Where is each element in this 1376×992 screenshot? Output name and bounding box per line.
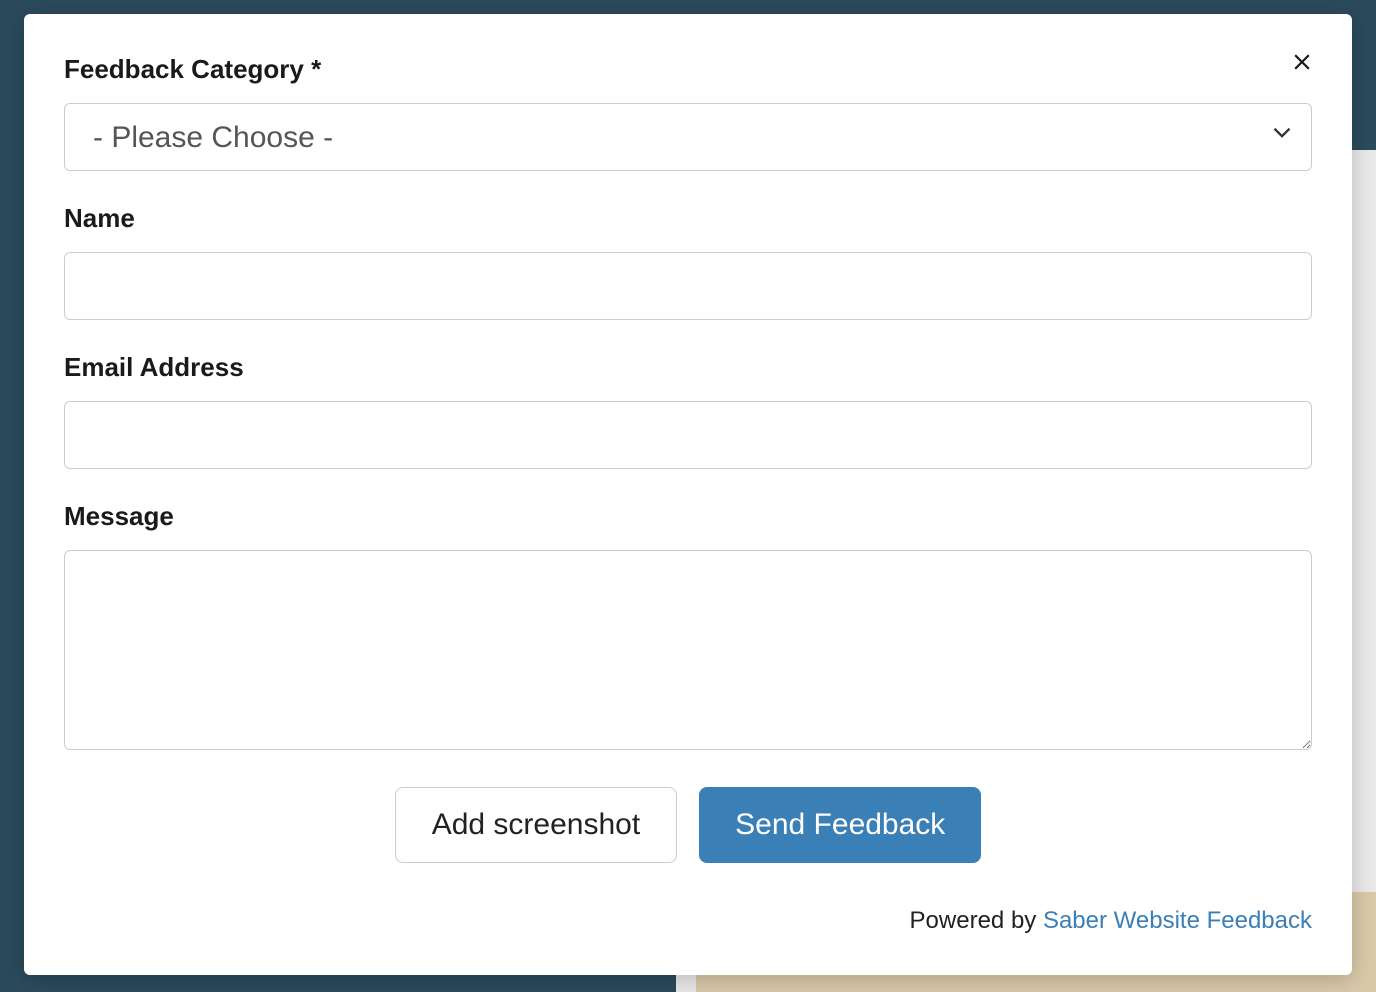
email-label: Email Address — [64, 352, 1312, 383]
name-label: Name — [64, 203, 1312, 234]
powered-by-link[interactable]: Saber Website Feedback — [1043, 907, 1312, 934]
name-group: Name — [64, 203, 1312, 320]
close-button[interactable] — [1284, 46, 1320, 82]
feedback-modal: Feedback Category * - Please Choose - Na… — [24, 14, 1352, 975]
category-group: Feedback Category * - Please Choose - — [64, 54, 1312, 171]
button-row: Add screenshot Send Feedback — [64, 787, 1312, 863]
message-field[interactable] — [64, 550, 1312, 750]
modal-footer: Powered by Saber Website Feedback — [64, 907, 1312, 935]
send-feedback-button[interactable]: Send Feedback — [699, 787, 981, 863]
close-icon — [1289, 49, 1315, 80]
message-label: Message — [64, 501, 1312, 532]
name-field[interactable] — [64, 252, 1312, 320]
category-select[interactable]: - Please Choose - — [64, 103, 1312, 171]
category-label: Feedback Category * — [64, 54, 1312, 85]
message-group: Message — [64, 501, 1312, 755]
category-select-wrapper: - Please Choose - — [64, 103, 1312, 171]
email-field[interactable] — [64, 401, 1312, 469]
email-group: Email Address — [64, 352, 1312, 469]
powered-by-text: Powered by — [910, 907, 1043, 934]
add-screenshot-button[interactable]: Add screenshot — [395, 787, 677, 863]
